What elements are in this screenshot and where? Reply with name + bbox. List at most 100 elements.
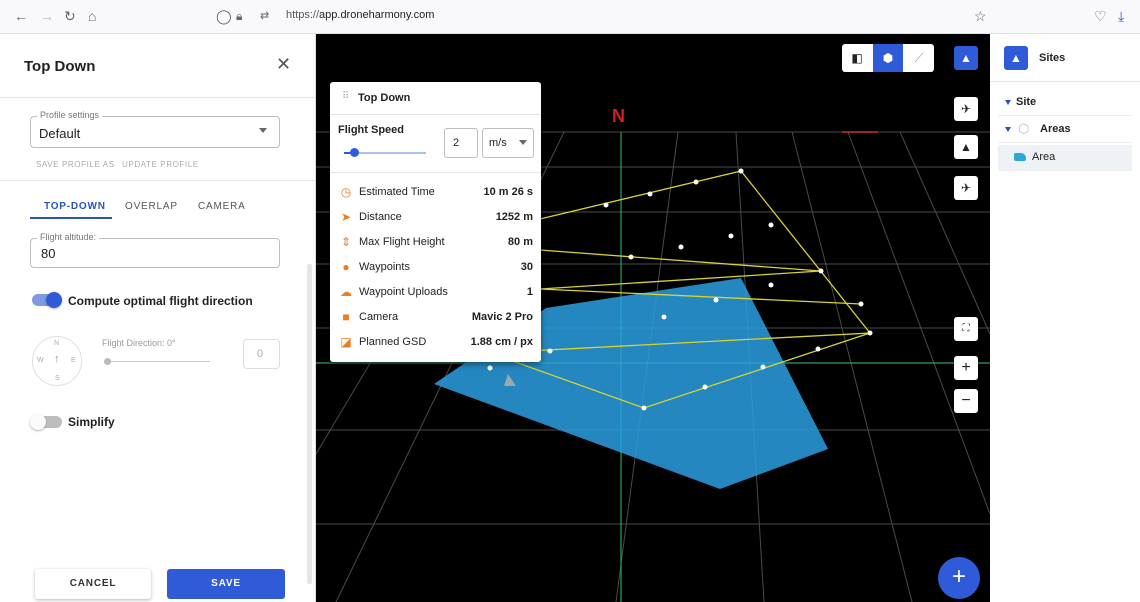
sites-panel: ▲ Sites Site ⬡ Areas Area <box>990 34 1140 602</box>
chevron-down-icon <box>1005 100 1011 105</box>
stat-row: ◷ Estimated Time 10 m 26 s <box>330 181 541 206</box>
airplane-icon[interactable]: ✈ <box>954 176 978 200</box>
shield-icon[interactable]: ◯ <box>216 8 232 24</box>
cube-3d-icon[interactable]: ⬢ <box>873 44 903 72</box>
fullscreen-icon[interactable]: ⛶ <box>954 317 978 341</box>
back-icon[interactable]: ← <box>14 8 28 24</box>
polygon-outline-icon: ⬡ <box>1018 121 1030 136</box>
browser-toolbar: ← → ↻ ⌂ ◯ 🔒︎ ⇄ https://app.droneharmony.… <box>0 0 1140 34</box>
tab-camera[interactable]: CAMERA <box>198 201 246 212</box>
zoom-in-button[interactable]: + <box>954 356 978 380</box>
area-icon <box>1014 153 1026 161</box>
sites-header: ▲ Sites <box>990 34 1140 82</box>
drone-icon[interactable]: ✈︎ <box>954 97 978 121</box>
reload-icon[interactable]: ↻ <box>64 8 76 24</box>
height-icon: ⇕ <box>340 235 352 249</box>
forward-icon[interactable]: → <box>40 8 54 24</box>
bookmark-star-icon[interactable]: ☆ <box>974 8 987 24</box>
divider <box>330 114 541 115</box>
scrollbar[interactable] <box>307 264 312 584</box>
chevron-down-icon <box>1005 127 1011 132</box>
camera-icon: ■ <box>342 310 350 324</box>
shapes-icon[interactable]: ▲ <box>954 46 978 70</box>
speed-unit-select[interactable]: m/s <box>482 128 534 158</box>
speed-value: 2 <box>453 137 460 149</box>
active-tab-indicator <box>30 217 112 219</box>
left-panel: Top Down ✕ Profile settings Default SAVE… <box>0 34 316 602</box>
altitude-value: 80 <box>41 246 56 261</box>
flight-speed-label: Flight Speed <box>338 124 404 136</box>
sites-title: Sites <box>1039 52 1066 64</box>
tab-overlap[interactable]: OVERLAP <box>125 201 178 212</box>
chevron-down-icon <box>519 140 527 145</box>
tab-top-down[interactable]: TOP-DOWN <box>44 201 106 212</box>
panel-title: Top Down <box>24 58 96 75</box>
tree-item-area[interactable]: Area <box>998 145 1132 171</box>
update-profile-button[interactable]: UPDATE PROFILE <box>122 160 199 169</box>
download-icon[interactable]: ⤓ <box>1118 8 1124 24</box>
shapes-icon[interactable]: ▲ <box>1004 46 1028 70</box>
tree-label: Area <box>1032 151 1056 163</box>
stat-row: ● Waypoints 30 <box>330 256 541 281</box>
close-icon[interactable]: ✕ <box>276 54 291 75</box>
stat-value: 1.88 cm / px <box>470 336 533 348</box>
stat-value: 1252 m <box>495 211 533 223</box>
save-button[interactable]: SAVE <box>167 569 285 599</box>
stat-label: Waypoint Uploads <box>359 286 448 298</box>
add-button[interactable]: + <box>938 557 980 599</box>
profile-value: Default <box>39 126 81 141</box>
flight-direction-label: Flight Direction: 0° <box>102 338 176 348</box>
map-2d-icon[interactable]: ◧ <box>842 44 872 72</box>
speed-input[interactable]: 2 <box>444 128 478 158</box>
altitude-input[interactable]: Flight altitude: 80 <box>30 232 280 268</box>
compass-dial[interactable]: N E S W ↑ <box>32 336 82 386</box>
stat-value: 80 m <box>507 236 533 248</box>
compass-e: E <box>71 357 76 364</box>
divider <box>330 172 541 173</box>
direction-arrow-icon: ↑ <box>54 353 60 365</box>
divider <box>0 97 316 98</box>
terrain-off-icon[interactable]: ⟋ <box>904 44 934 72</box>
pin-icon: ● <box>342 260 350 274</box>
clock-icon: ◷ <box>340 185 352 199</box>
mountain-icon[interactable]: ▲ <box>954 135 978 159</box>
tree-item-site[interactable]: Site <box>998 90 1132 116</box>
speed-slider-thumb[interactable] <box>350 148 359 157</box>
stat-label: Planned GSD <box>359 336 427 348</box>
divider <box>0 180 316 181</box>
cancel-button[interactable]: CANCEL <box>35 569 151 599</box>
simplify-label: Simplify <box>68 415 115 429</box>
tree-label: Site <box>1016 96 1037 108</box>
stat-label: Max Flight Height <box>359 236 445 248</box>
save-profile-as-button[interactable]: SAVE PROFILE AS <box>36 160 115 169</box>
direction-slider-thumb[interactable] <box>104 358 111 365</box>
lock-icon[interactable]: 🔒︎ <box>236 8 242 24</box>
stat-value: 30 <box>520 261 533 273</box>
stat-label: Estimated Time <box>359 186 435 198</box>
navigation-arrow-icon: ➤ <box>340 210 352 224</box>
direction-input[interactable]: 0 <box>243 339 280 369</box>
url-host: app.droneharmony.com <box>319 9 435 21</box>
profile-label: Profile settings <box>37 110 103 120</box>
stat-label: Camera <box>359 311 399 323</box>
stat-label: Waypoints <box>359 261 410 273</box>
direction-slider-track[interactable] <box>106 361 210 362</box>
tree-item-areas[interactable]: ⬡ Areas <box>998 117 1132 143</box>
view-mode-switch: ◧ ⬢ ⟋ <box>842 44 934 72</box>
pocket-icon[interactable]: ♡ <box>1094 8 1107 24</box>
stat-label: Distance <box>359 211 402 223</box>
permissions-icon[interactable]: ⇄ <box>260 8 269 24</box>
mission-stats-popup: ⠿ Top Down Flight Speed 2 m/s ◷ Estimate… <box>330 82 541 362</box>
drag-handle-icon[interactable]: ⠿ <box>342 91 349 102</box>
compass-s: S <box>55 375 60 382</box>
tree-label: Areas <box>1040 123 1071 135</box>
stat-value: 1 <box>526 286 533 298</box>
toggle-knob <box>30 414 46 430</box>
url-bar[interactable]: https://app.droneharmony.com <box>286 9 434 21</box>
home-icon[interactable]: ⌂ <box>88 8 96 24</box>
stat-row: ■ Camera Mavic 2 Pro <box>330 306 541 331</box>
speed-unit: m/s <box>489 137 507 149</box>
cloud-upload-icon: ☁ <box>340 285 352 299</box>
profile-select[interactable]: Profile settings Default <box>30 110 280 148</box>
zoom-out-button[interactable]: − <box>954 389 978 413</box>
